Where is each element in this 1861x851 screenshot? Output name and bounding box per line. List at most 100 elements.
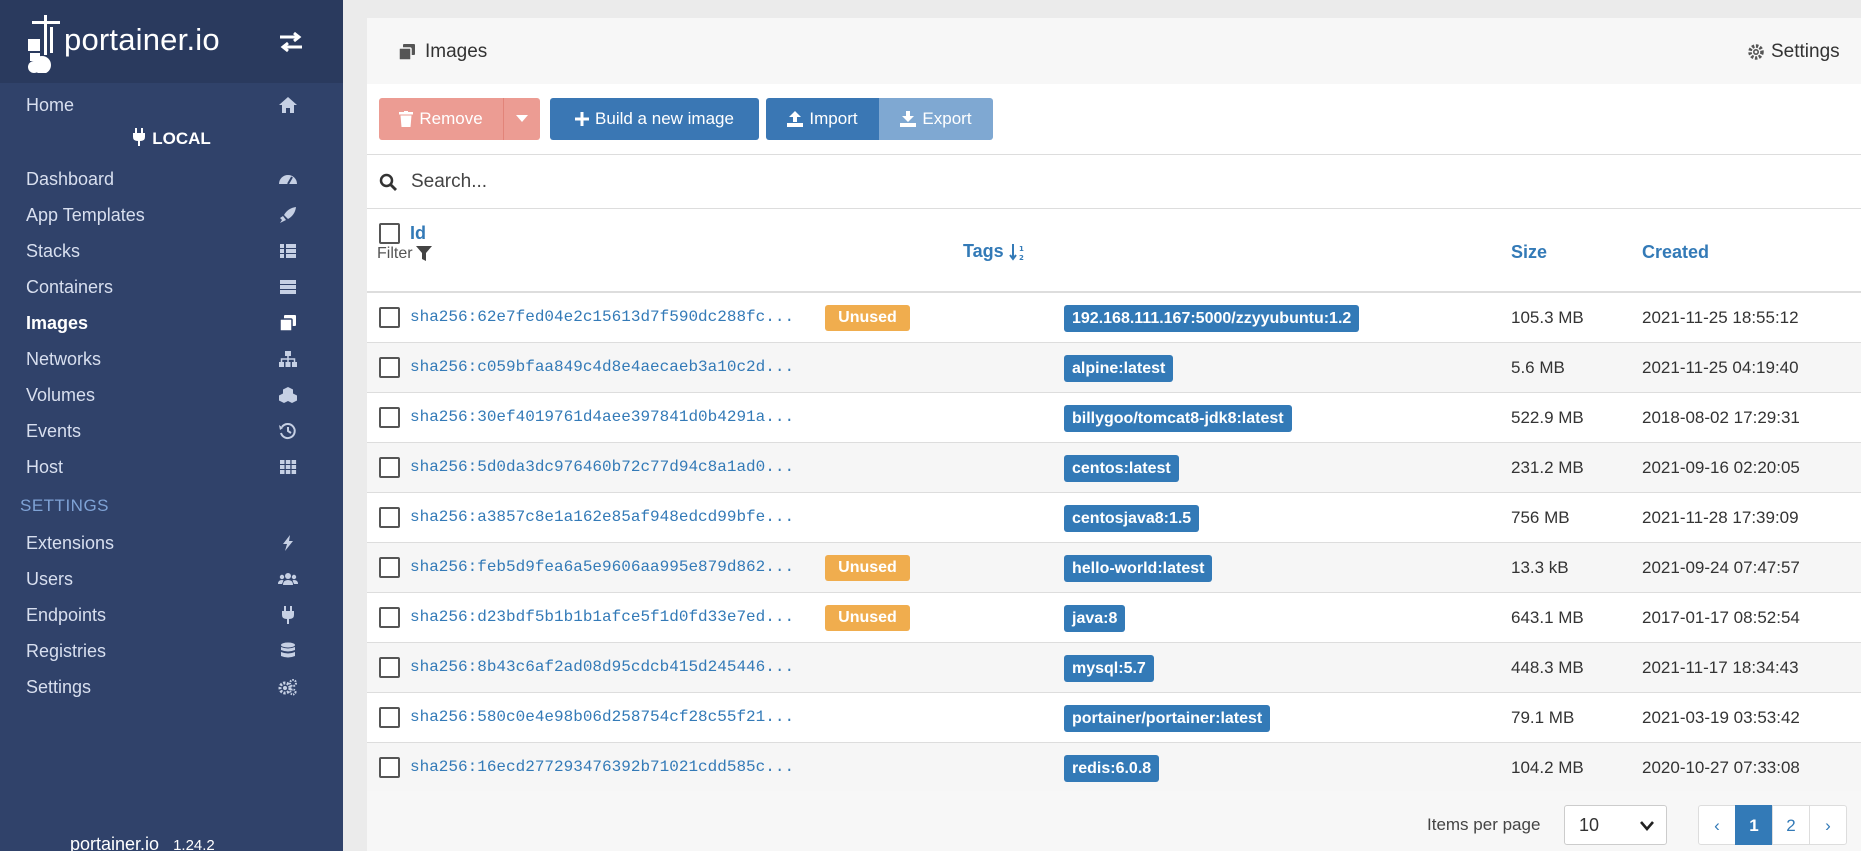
table-row: sha256:d23bdf5b1b1b1afce5f1d0fd33e7ed...… bbox=[367, 593, 1861, 643]
row-checkbox[interactable] bbox=[379, 357, 400, 378]
sidebar-item-events[interactable]: Events bbox=[0, 413, 343, 449]
sidebar-item-extensions[interactable]: Extensions bbox=[0, 525, 343, 561]
column-tags[interactable]: Tags 12 bbox=[963, 241, 1027, 262]
filter-button[interactable]: Filter bbox=[377, 245, 432, 263]
image-id-link[interactable]: sha256:580c0e4e98b06d258754cf28c55f21... bbox=[410, 708, 794, 726]
image-size: 104.2 MB bbox=[1511, 758, 1584, 777]
settings-link[interactable]: Settings bbox=[1747, 41, 1840, 63]
row-checkbox[interactable] bbox=[379, 557, 400, 578]
sidebar-item-users[interactable]: Users bbox=[0, 561, 343, 597]
table-row: sha256:a3857c8e1a162e85af948edcd99bfe...… bbox=[367, 493, 1861, 543]
row-checkbox[interactable] bbox=[379, 657, 400, 678]
search-bar bbox=[367, 154, 1861, 209]
build-image-label: Build a new image bbox=[595, 109, 734, 128]
sidebar-item-networks[interactable]: Networks bbox=[0, 341, 343, 377]
image-tag-badge: mysql:5.7 bbox=[1064, 655, 1154, 682]
row-checkbox[interactable] bbox=[379, 457, 400, 478]
sidebar-item-label: Containers bbox=[26, 276, 114, 297]
sidebar-item-label: Users bbox=[26, 568, 74, 589]
image-created: 2021-11-25 18:55:12 bbox=[1642, 308, 1799, 327]
page-button-2[interactable]: 2 bbox=[1772, 805, 1810, 845]
image-created: 2021-09-16 02:20:05 bbox=[1642, 458, 1800, 477]
th-list-icon bbox=[280, 244, 296, 258]
sidebar-item-settings[interactable]: Settings bbox=[0, 669, 343, 705]
image-id-link[interactable]: sha256:62e7fed04e2c15613d7f590dc288fc... bbox=[410, 308, 794, 326]
prev-page-button[interactable]: ‹ bbox=[1698, 805, 1736, 845]
image-created: 2021-03-19 03:53:42 bbox=[1642, 708, 1800, 727]
image-id-link[interactable]: sha256:30ef4019761d4aee397841d0b4291a... bbox=[410, 408, 794, 426]
database-icon bbox=[281, 642, 295, 658]
page-button-1[interactable]: 1 bbox=[1735, 805, 1773, 845]
sidebar-item-registries[interactable]: Registries bbox=[0, 633, 343, 669]
sidebar-item-host[interactable]: Host bbox=[0, 449, 343, 485]
column-id[interactable]: Id bbox=[410, 223, 426, 244]
row-checkbox[interactable] bbox=[379, 707, 400, 728]
image-tag-badge: java:8 bbox=[1064, 605, 1126, 632]
footer-brand-name: portainer.io bbox=[70, 834, 160, 851]
table-row: sha256:feb5d9fea6a5e9606aa995e879d862...… bbox=[367, 543, 1861, 593]
plus-icon bbox=[575, 112, 590, 126]
import-button[interactable]: Import bbox=[766, 98, 879, 140]
row-checkbox[interactable] bbox=[379, 507, 400, 528]
filter-icon bbox=[415, 246, 432, 261]
image-id-link[interactable]: sha256:a3857c8e1a162e85af948edcd99bfe... bbox=[410, 508, 794, 526]
build-image-button[interactable]: Build a new image bbox=[550, 98, 759, 140]
sidebar-item-volumes[interactable]: Volumes bbox=[0, 377, 343, 413]
plug-icon bbox=[133, 128, 146, 146]
users-icon bbox=[278, 573, 298, 585]
sidebar-item-containers[interactable]: Containers bbox=[0, 269, 343, 305]
sidebar-item-stacks[interactable]: Stacks bbox=[0, 233, 343, 269]
image-tag-badge: billygoo/tomcat8-jdk8:latest bbox=[1064, 405, 1292, 432]
chevron-down-icon bbox=[1640, 821, 1654, 831]
search-input[interactable] bbox=[411, 165, 1211, 199]
image-id-link[interactable]: sha256:c059bfaa849c4d8e4aecaeb3a10c2d... bbox=[410, 358, 794, 376]
sidebar-item-images[interactable]: Images bbox=[0, 305, 343, 341]
sidebar-toggle-icon[interactable] bbox=[276, 30, 306, 54]
image-id-link[interactable]: sha256:d23bdf5b1b1b1afce5f1d0fd33e7ed... bbox=[410, 608, 794, 626]
sidebar-item-dashboard[interactable]: Dashboard bbox=[0, 161, 343, 197]
sidebar-item-label: Volumes bbox=[26, 384, 96, 405]
column-size[interactable]: Size bbox=[1511, 242, 1547, 263]
select-all-checkbox[interactable] bbox=[379, 223, 400, 244]
sidebar-item-endpoints[interactable]: Endpoints bbox=[0, 597, 343, 633]
image-id-link[interactable]: sha256:5d0da3dc976460b72c77d94c8a1ad0... bbox=[410, 458, 794, 476]
row-checkbox[interactable] bbox=[379, 757, 400, 778]
image-id-link[interactable]: sha256:feb5d9fea6a5e9606aa995e879d862... bbox=[410, 558, 794, 576]
cogs-icon bbox=[278, 679, 297, 696]
image-id-link[interactable]: sha256:8b43c6af2ad08d95cdcb415d245446... bbox=[410, 658, 794, 676]
home-icon bbox=[279, 97, 297, 113]
items-per-page-select[interactable]: 10 bbox=[1564, 805, 1667, 845]
remove-button[interactable]: Remove bbox=[379, 98, 503, 140]
row-checkbox[interactable] bbox=[379, 307, 400, 328]
brand-bar: portainer.io bbox=[0, 0, 343, 83]
download-icon bbox=[900, 111, 917, 127]
settings-heading: SETTINGS bbox=[20, 496, 110, 515]
remove-dropdown-toggle[interactable] bbox=[503, 98, 540, 140]
table-header: Id Filter Tags 12 Size Created bbox=[367, 209, 1861, 293]
tachometer-icon bbox=[279, 175, 297, 185]
image-created: 2021-11-28 17:39:09 bbox=[1642, 508, 1799, 527]
row-checkbox[interactable] bbox=[379, 607, 400, 628]
image-size: 5.6 MB bbox=[1511, 358, 1565, 377]
next-page-button[interactable]: › bbox=[1809, 805, 1847, 845]
row-checkbox[interactable] bbox=[379, 407, 400, 428]
trash-icon bbox=[399, 111, 414, 127]
export-button[interactable]: Export bbox=[879, 98, 993, 140]
endpoint-title: LOCAL bbox=[0, 128, 343, 149]
clone-icon bbox=[398, 44, 415, 61]
sidebar-item-label: Endpoints bbox=[26, 604, 107, 625]
server-icon bbox=[280, 280, 296, 294]
export-label: Export bbox=[922, 109, 972, 128]
sort-alpha-icon: 12 bbox=[1008, 243, 1024, 261]
image-size: 105.3 MB bbox=[1511, 308, 1584, 327]
image-id-link[interactable]: sha256:16ecd277293476392b71021cdd585c... bbox=[410, 758, 794, 776]
column-created[interactable]: Created bbox=[1642, 242, 1709, 263]
th-icon bbox=[280, 460, 297, 474]
toolbar: Remove Build a new image Import Export bbox=[367, 84, 1861, 154]
cubes-icon bbox=[279, 387, 297, 403]
endpoint-name: LOCAL bbox=[152, 129, 211, 148]
main-content: Images Settings Remove Build a new image… bbox=[343, 0, 1861, 851]
sidebar-item-app-templates[interactable]: App Templates bbox=[0, 197, 343, 233]
caret-down-icon bbox=[516, 115, 528, 122]
sidebar-item-home[interactable]: Home bbox=[0, 87, 343, 123]
